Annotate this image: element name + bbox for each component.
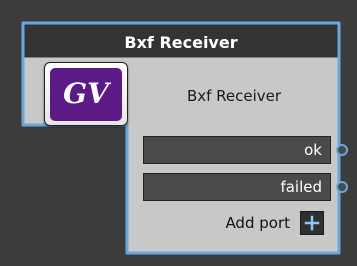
node-title: Bxf Receiver: [186, 87, 282, 105]
port-failed[interactable]: failed: [143, 173, 331, 201]
port-ok-label: ok: [304, 141, 322, 159]
port-ok[interactable]: ok: [143, 136, 331, 164]
gv-logo-icon: GV: [50, 67, 122, 121]
add-port-label: Add port: [225, 214, 290, 232]
gv-logo-text: GV: [63, 77, 112, 110]
add-port-button[interactable]: [300, 211, 324, 235]
gv-logo-mark: GV: [63, 77, 112, 110]
gv-logo-button[interactable]: GV: [44, 62, 128, 126]
port-failed-label: failed: [280, 178, 322, 196]
port-ok-connector-icon[interactable]: [336, 144, 348, 156]
node-header-title: Bxf Receiver: [124, 33, 238, 52]
port-failed-connector-icon[interactable]: [336, 181, 348, 193]
bxf-receiver-node[interactable]: Bxf Receiver GV Bxf Receiver ok failed A…: [0, 0, 357, 266]
plus-icon: [304, 215, 320, 231]
